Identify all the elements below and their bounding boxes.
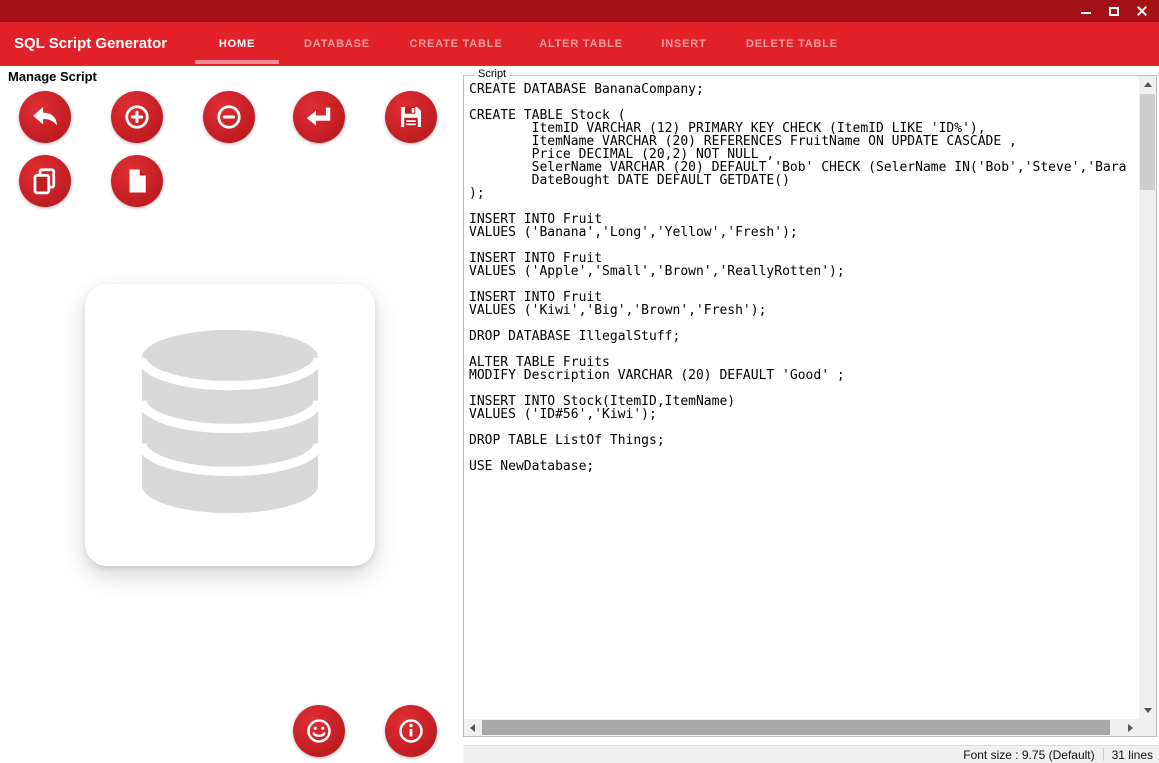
line-count-status: 31 lines	[1111, 747, 1153, 762]
scroll-left-button[interactable]	[464, 719, 481, 736]
scroll-right-icon	[1128, 723, 1133, 732]
font-size-status: Font size : 9.75 (Default)	[963, 747, 1095, 762]
database-artwork-card	[85, 284, 375, 566]
titlebar	[0, 0, 1159, 22]
scrollbar-corner	[1139, 719, 1156, 736]
maximize-button[interactable]	[1105, 2, 1123, 20]
window-controls	[1077, 0, 1151, 22]
scroll-right-button[interactable]	[1122, 719, 1139, 736]
vertical-scroll-thumb[interactable]	[1140, 94, 1155, 190]
close-icon	[1136, 5, 1148, 17]
scroll-left-icon	[470, 723, 475, 732]
info-button[interactable]	[385, 705, 437, 757]
scroll-up-icon	[1143, 82, 1152, 87]
undo-button[interactable]	[19, 91, 71, 143]
menubar: SQL Script Generator HOME DATABASE CREAT…	[0, 22, 1159, 66]
copy-button[interactable]	[19, 155, 71, 207]
vertical-scrollbar[interactable]	[1139, 76, 1156, 719]
undo-icon	[33, 107, 57, 126]
minimize-icon	[1081, 12, 1091, 14]
new-file-icon	[129, 169, 146, 193]
tab-insert[interactable]: INSERT	[637, 22, 730, 66]
horizontal-scroll-thumb[interactable]	[482, 720, 1110, 735]
add-button[interactable]	[111, 91, 163, 143]
save-icon	[401, 107, 421, 127]
info-icon	[399, 719, 423, 743]
enter-icon	[306, 107, 331, 126]
close-button[interactable]	[1133, 2, 1151, 20]
smiley-button[interactable]	[293, 705, 345, 757]
app-window: SQL Script Generator HOME DATABASE CREAT…	[0, 0, 1159, 763]
script-groupbox-label: Script	[474, 68, 511, 80]
remove-button[interactable]	[203, 91, 255, 143]
tab-create-table[interactable]: CREATE TABLE	[386, 22, 527, 66]
maximize-icon	[1109, 6, 1119, 16]
statusbar: Font size : 9.75 (Default) 31 lines	[463, 745, 1159, 763]
copy-icon	[33, 168, 56, 195]
tab-home[interactable]: HOME	[194, 22, 280, 66]
scroll-down-button[interactable]	[1139, 702, 1156, 719]
manage-script-heading: Manage Script	[8, 69, 97, 84]
minimize-button[interactable]	[1077, 2, 1095, 20]
app-title: SQL Script Generator	[14, 35, 168, 52]
scroll-up-button[interactable]	[1139, 76, 1156, 93]
enter-button[interactable]	[293, 91, 345, 143]
database-icon	[137, 329, 323, 514]
new-file-button[interactable]	[111, 155, 163, 207]
smiley-icon	[307, 719, 331, 743]
remove-icon	[217, 105, 241, 129]
status-divider	[1102, 748, 1104, 761]
tab-delete-table[interactable]: DELETE TABLE	[722, 22, 862, 66]
horizontal-scrollbar[interactable]	[464, 719, 1139, 736]
add-icon	[125, 105, 149, 129]
sql-script-text[interactable]: CREATE DATABASE BananaCompany; CREATE TA…	[469, 83, 1138, 717]
save-button[interactable]	[385, 91, 437, 143]
tab-alter-table[interactable]: ALTER TABLE	[515, 22, 647, 66]
tab-database[interactable]: DATABASE	[280, 22, 394, 66]
scroll-down-icon	[1143, 708, 1152, 713]
script-groupbox: Script CREATE DATABASE BananaCompany; CR…	[463, 68, 1157, 737]
